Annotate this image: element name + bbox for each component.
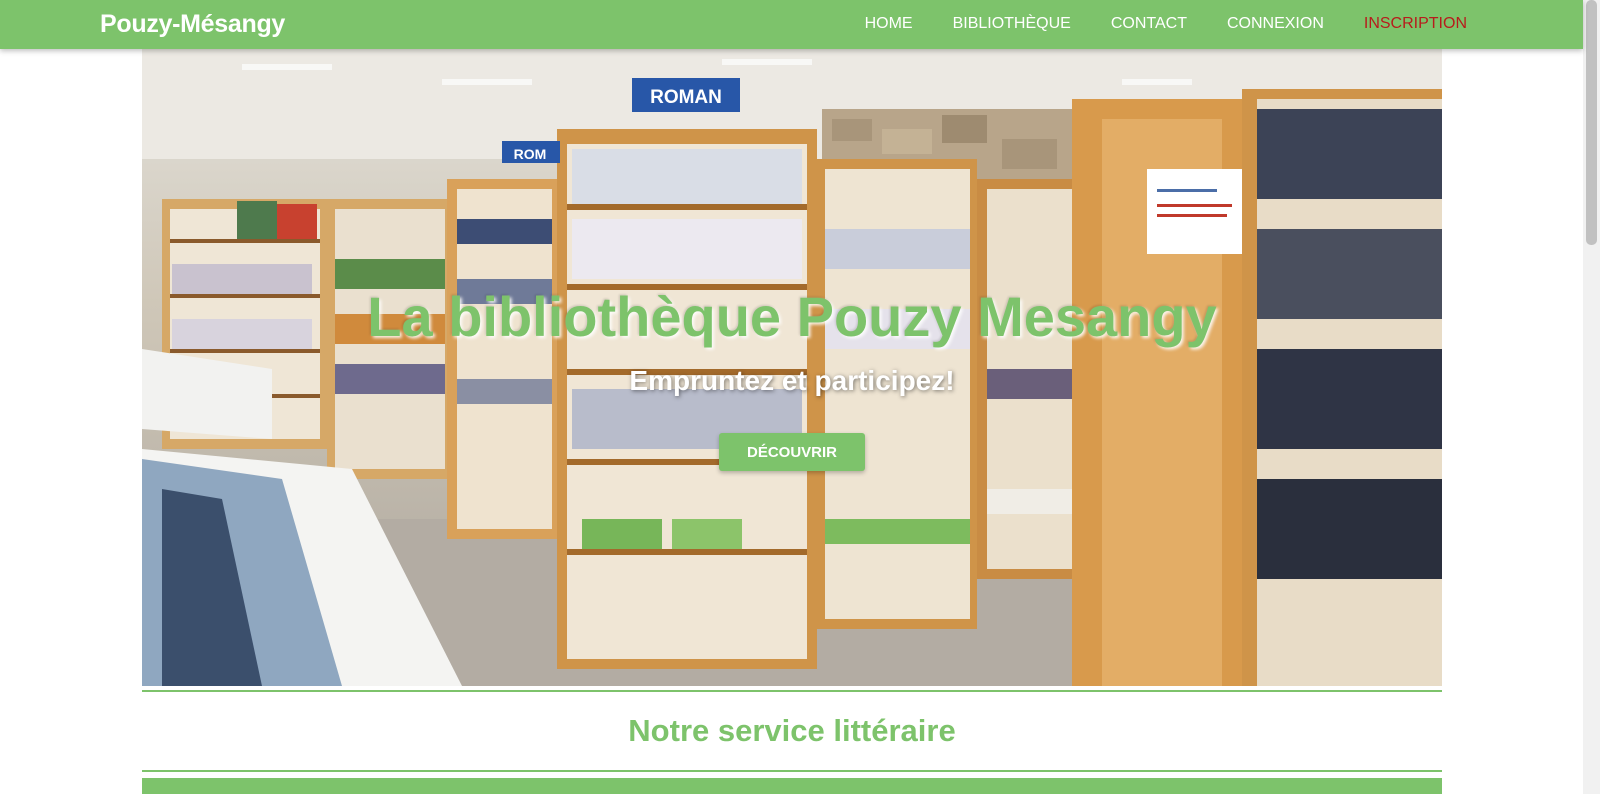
section-bottom-rule [142,770,1442,772]
hero-subtitle: Empruntez et participez! [629,365,955,396]
scroll-thumb[interactable] [1586,0,1597,245]
nav-bibliotheque[interactable]: BIBLIOTHÈQUE [953,15,1071,33]
nav-home[interactable]: HOME [865,15,913,33]
page-scrollbar[interactable] [1583,0,1600,794]
site-brand[interactable]: Pouzy-Mésangy [100,10,285,39]
nav-inscription[interactable]: INSCRIPTION [1364,15,1467,33]
section-top-rule [142,690,1442,692]
sign-roman: ROMAN [650,87,722,108]
section-title: Notre service littéraire [628,713,956,748]
nav-contact[interactable]: CONTACT [1111,15,1187,33]
hero-title: La bibliothèque Pouzy Mesangy [367,285,1217,348]
decouvrir-button[interactable]: DÉCOUVRIR [719,433,865,471]
top-navbar: Pouzy-Mésangy HOME BIBLIOTHÈQUE CONTACT … [0,0,1583,49]
hero-banner: ROMAN ROM La bibliothèque Pouzy Mesangy … [142,49,1442,686]
nav-connexion[interactable]: CONNEXION [1227,15,1324,33]
section-band [142,778,1442,794]
sign-rom: ROM [514,146,547,162]
main-nav: HOME BIBLIOTHÈQUE CONTACT CONNEXION INSC… [825,15,1467,33]
